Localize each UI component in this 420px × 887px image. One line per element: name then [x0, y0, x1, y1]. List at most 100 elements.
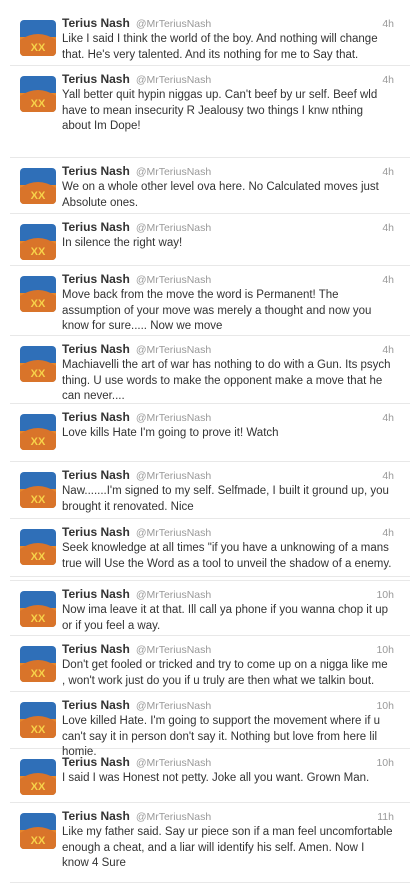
tweet-item[interactable]: XX Terius Nash @MrTeriusNash 4h In silen…	[10, 214, 410, 266]
avatar[interactable]: XX	[20, 168, 56, 204]
tweet-feed: XX Terius Nash @MrTeriusNash 4h Like I s…	[0, 0, 420, 887]
avatar[interactable]: XX	[20, 591, 56, 627]
svg-text:XX: XX	[31, 436, 46, 448]
tweet-text: Seek knowledge at all times "if you have…	[62, 542, 392, 570]
svg-text:XX: XX	[31, 42, 46, 54]
tweet-text: In silence the right way!	[62, 237, 183, 249]
avatar[interactable]: XX	[20, 702, 56, 738]
tweet-item[interactable]: XX Terius Nash @MrTeriusNash 4h Naw.....…	[10, 462, 410, 519]
author-name[interactable]: Terius Nash	[62, 587, 130, 601]
author-handle[interactable]: @MrTeriusNash	[136, 274, 211, 286]
svg-text:XX: XX	[31, 190, 46, 202]
avatar[interactable]: XX	[20, 529, 56, 565]
avatar-logo-icon: XX	[20, 20, 56, 56]
author-name[interactable]: Terius Nash	[62, 342, 130, 356]
author-handle[interactable]: @MrTeriusNash	[136, 644, 211, 656]
avatar-logo-icon: XX	[20, 529, 56, 565]
author-handle[interactable]: @MrTeriusNash	[136, 222, 211, 234]
author-handle[interactable]: @MrTeriusNash	[136, 470, 211, 482]
author-name[interactable]: Terius Nash	[62, 72, 130, 86]
author-name[interactable]: Terius Nash	[62, 809, 130, 823]
avatar-logo-icon: XX	[20, 346, 56, 382]
avatar-logo-icon: XX	[20, 168, 56, 204]
tweet-timestamp[interactable]: 10h	[376, 757, 394, 769]
tweet-timestamp[interactable]: 4h	[382, 412, 394, 424]
svg-text:XX: XX	[31, 494, 46, 506]
tweet-item[interactable]: XX Terius Nash @MrTeriusNash 10h Don't g…	[10, 636, 410, 692]
author-name[interactable]: Terius Nash	[62, 755, 130, 769]
avatar[interactable]: XX	[20, 224, 56, 260]
svg-text:XX: XX	[31, 551, 46, 563]
tweet-timestamp[interactable]: 4h	[382, 18, 394, 30]
tweet-item[interactable]: XX Terius Nash @MrTeriusNash 4h We on a …	[10, 158, 410, 214]
tweet-item[interactable]: XX Terius Nash @MrTeriusNash 10h I said …	[10, 749, 410, 803]
tweet-text: Yall better quit hypin niggas up. Can't …	[62, 89, 378, 132]
avatar[interactable]: XX	[20, 346, 56, 382]
tweet-timestamp[interactable]: 4h	[382, 274, 394, 286]
tweet-item[interactable]: XX Terius Nash @MrTeriusNash 4h Seek kno…	[10, 519, 410, 577]
author-name[interactable]: Terius Nash	[62, 164, 130, 178]
svg-text:XX: XX	[31, 781, 46, 793]
tweet-timestamp[interactable]: 10h	[376, 644, 394, 656]
author-name[interactable]: Terius Nash	[62, 220, 130, 234]
author-name[interactable]: Terius Nash	[62, 642, 130, 656]
author-handle[interactable]: @MrTeriusNash	[136, 811, 211, 823]
tweet-item[interactable]: XX Terius Nash @MrTeriusNash 4h Like I s…	[10, 10, 410, 66]
tweet-timestamp[interactable]: 11h	[377, 811, 394, 823]
tweet-timestamp[interactable]: 10h	[376, 589, 394, 601]
avatar[interactable]: XX	[20, 276, 56, 312]
avatar[interactable]: XX	[20, 472, 56, 508]
svg-text:XX: XX	[31, 724, 46, 736]
tweet-timestamp[interactable]: 4h	[382, 344, 394, 356]
avatar-logo-icon: XX	[20, 76, 56, 112]
tweet-item[interactable]: XX Terius Nash @MrTeriusNash 11h Like my…	[10, 803, 410, 883]
avatar[interactable]: XX	[20, 813, 56, 849]
tweet-timestamp[interactable]: 4h	[382, 166, 394, 178]
svg-text:XX: XX	[31, 668, 46, 680]
author-handle[interactable]: @MrTeriusNash	[136, 527, 211, 539]
svg-text:XX: XX	[31, 298, 46, 310]
author-name[interactable]: Terius Nash	[62, 525, 130, 539]
tweet-text: Move back from the move the word is Perm…	[62, 289, 372, 332]
author-name[interactable]: Terius Nash	[62, 698, 130, 712]
tweet-text: Like I said I think the world of the boy…	[62, 33, 378, 61]
tweet-item[interactable]: XX Terius Nash @MrTeriusNash 10h Love ki…	[10, 692, 410, 758]
avatar[interactable]: XX	[20, 20, 56, 56]
avatar[interactable]: XX	[20, 414, 56, 450]
svg-text:XX: XX	[31, 613, 46, 625]
author-name[interactable]: Terius Nash	[62, 272, 130, 286]
author-handle[interactable]: @MrTeriusNash	[136, 589, 211, 601]
svg-text:XX: XX	[31, 98, 46, 110]
tweet-timestamp[interactable]: 4h	[382, 527, 394, 539]
tweet-timestamp[interactable]: 4h	[382, 74, 394, 86]
svg-text:XX: XX	[31, 368, 46, 380]
author-handle[interactable]: @MrTeriusNash	[136, 18, 211, 30]
avatar-logo-icon: XX	[20, 813, 56, 849]
author-name[interactable]: Terius Nash	[62, 468, 130, 482]
avatar-logo-icon: XX	[20, 591, 56, 627]
tweet-text: Machiavelli the art of war has nothing t…	[62, 359, 391, 402]
author-handle[interactable]: @MrTeriusNash	[136, 700, 211, 712]
tweet-item[interactable]: XX Terius Nash @MrTeriusNash 10h Now ima…	[10, 580, 410, 636]
tweet-item[interactable]: XX Terius Nash @MrTeriusNash 4h Love kil…	[10, 404, 410, 462]
avatar-logo-icon: XX	[20, 414, 56, 450]
author-handle[interactable]: @MrTeriusNash	[136, 757, 211, 769]
tweet-timestamp[interactable]: 10h	[376, 700, 394, 712]
author-handle[interactable]: @MrTeriusNash	[136, 166, 211, 178]
author-name[interactable]: Terius Nash	[62, 16, 130, 30]
tweet-item[interactable]: XX Terius Nash @MrTeriusNash 4h Move bac…	[10, 266, 410, 336]
avatar[interactable]: XX	[20, 76, 56, 112]
author-name[interactable]: Terius Nash	[62, 410, 130, 424]
author-handle[interactable]: @MrTeriusNash	[136, 344, 211, 356]
tweet-item[interactable]: XX Terius Nash @MrTeriusNash 4h Machiave…	[10, 336, 410, 404]
avatar[interactable]: XX	[20, 759, 56, 795]
tweet-text: We on a whole other level ova here. No C…	[62, 181, 379, 209]
author-handle[interactable]: @MrTeriusNash	[136, 74, 211, 86]
tweet-text: Don't get fooled or tricked and try to c…	[62, 659, 388, 687]
tweet-item[interactable]: XX Terius Nash @MrTeriusNash 4h Yall bet…	[10, 66, 410, 158]
tweet-timestamp[interactable]: 4h	[382, 222, 394, 234]
author-handle[interactable]: @MrTeriusNash	[136, 412, 211, 424]
svg-text:XX: XX	[31, 835, 46, 847]
avatar[interactable]: XX	[20, 646, 56, 682]
tweet-timestamp[interactable]: 4h	[382, 470, 394, 482]
